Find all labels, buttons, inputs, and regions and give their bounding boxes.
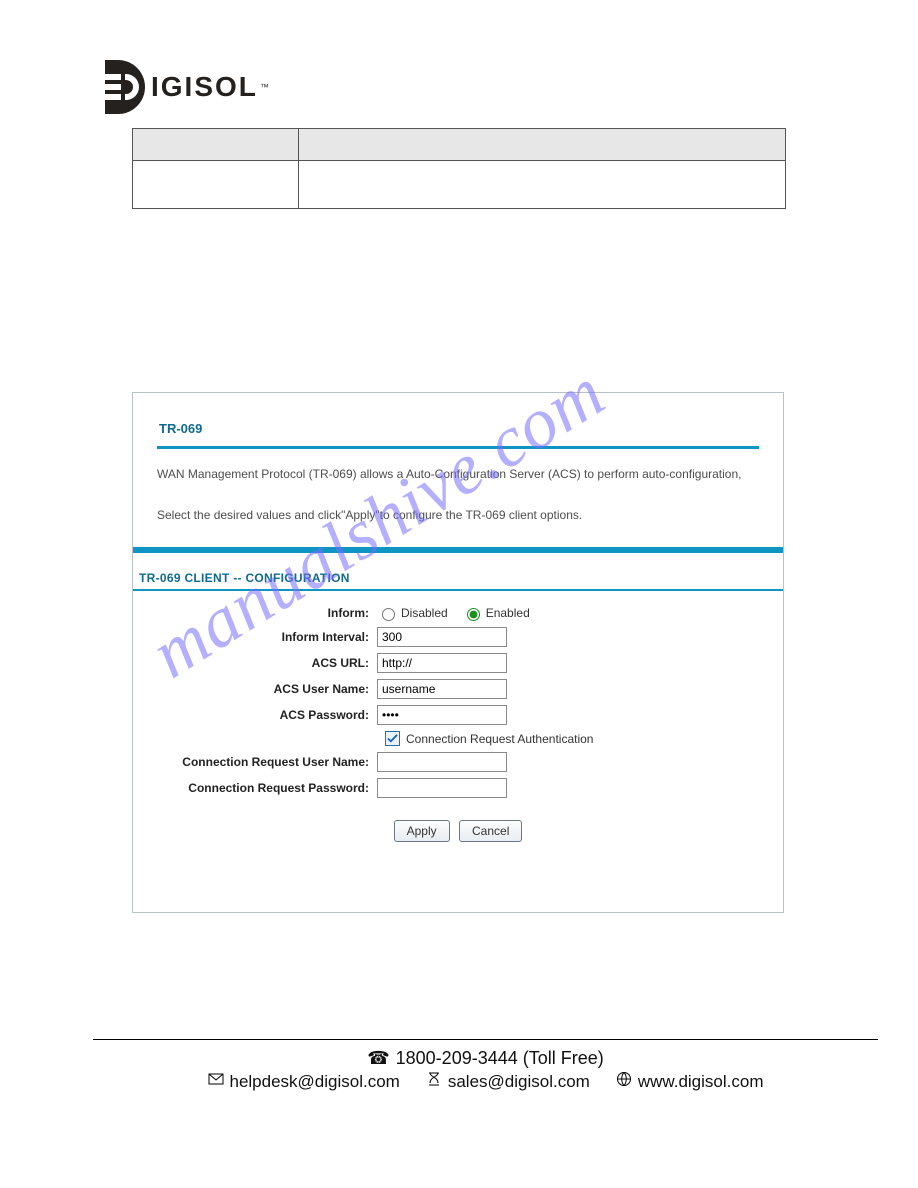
table-row xyxy=(133,161,299,209)
footer-helpdesk: helpdesk@digisol.com xyxy=(230,1072,400,1092)
cr-username-input[interactable] xyxy=(377,752,507,772)
inform-label: Inform: xyxy=(157,606,377,620)
table-row xyxy=(299,161,786,209)
footer-sales: sales@digisol.com xyxy=(448,1072,590,1092)
mail-icon xyxy=(208,1071,224,1092)
panel-description: WAN Management Protocol (TR-069) allows … xyxy=(157,465,759,525)
cr-password-input[interactable] xyxy=(377,778,507,798)
acs-username-label: ACS User Name: xyxy=(157,682,377,696)
cr-password-label: Connection Request Password: xyxy=(157,781,377,795)
inform-disabled-radio[interactable] xyxy=(382,608,395,621)
acs-url-label: ACS URL: xyxy=(157,656,377,670)
inform-enabled-option[interactable]: Enabled xyxy=(462,605,530,621)
check-icon xyxy=(387,733,398,744)
params-table xyxy=(132,128,786,209)
hourglass-icon xyxy=(426,1071,442,1092)
trademark: ™ xyxy=(260,82,269,92)
panel-title: TR-069 xyxy=(157,411,759,442)
apply-button[interactable]: Apply xyxy=(394,820,450,842)
cr-username-label: Connection Request User Name: xyxy=(157,755,377,769)
col-description xyxy=(299,129,786,161)
acs-password-input[interactable] xyxy=(377,705,507,725)
brand-name: IGISOL xyxy=(151,71,258,103)
section-title: TR-069 CLIENT -- CONFIGURATION xyxy=(133,571,783,591)
acs-password-label: ACS Password: xyxy=(157,708,377,722)
inform-interval-input[interactable] xyxy=(377,627,507,647)
acs-url-input[interactable] xyxy=(377,653,507,673)
footer-phone: 1800-209-3444 (Toll Free) xyxy=(396,1048,604,1069)
cancel-button[interactable]: Cancel xyxy=(459,820,522,842)
inform-enabled-radio[interactable] xyxy=(467,608,480,621)
inform-interval-label: Inform Interval: xyxy=(157,630,377,644)
phone-icon: ☎ xyxy=(367,1048,389,1069)
col-parameters xyxy=(133,129,299,161)
logo-mark-icon xyxy=(105,60,145,114)
brand-logo: IGISOL ™ xyxy=(105,58,290,116)
conn-req-auth-checkbox[interactable] xyxy=(385,731,400,746)
footer-web: www.digisol.com xyxy=(638,1072,764,1092)
tr069-form: Inform: Disabled Enabled Inform Interval… xyxy=(157,605,759,842)
acs-username-input[interactable] xyxy=(377,679,507,699)
tr069-panel: TR-069 WAN Management Protocol (TR-069) … xyxy=(132,392,784,913)
conn-req-auth-label: Connection Request Authentication xyxy=(406,732,593,746)
globe-icon xyxy=(616,1071,632,1092)
page-footer: ☎ 1800-209-3444 (Toll Free) helpdesk@dig… xyxy=(93,1039,878,1092)
inform-disabled-option[interactable]: Disabled xyxy=(377,605,448,621)
